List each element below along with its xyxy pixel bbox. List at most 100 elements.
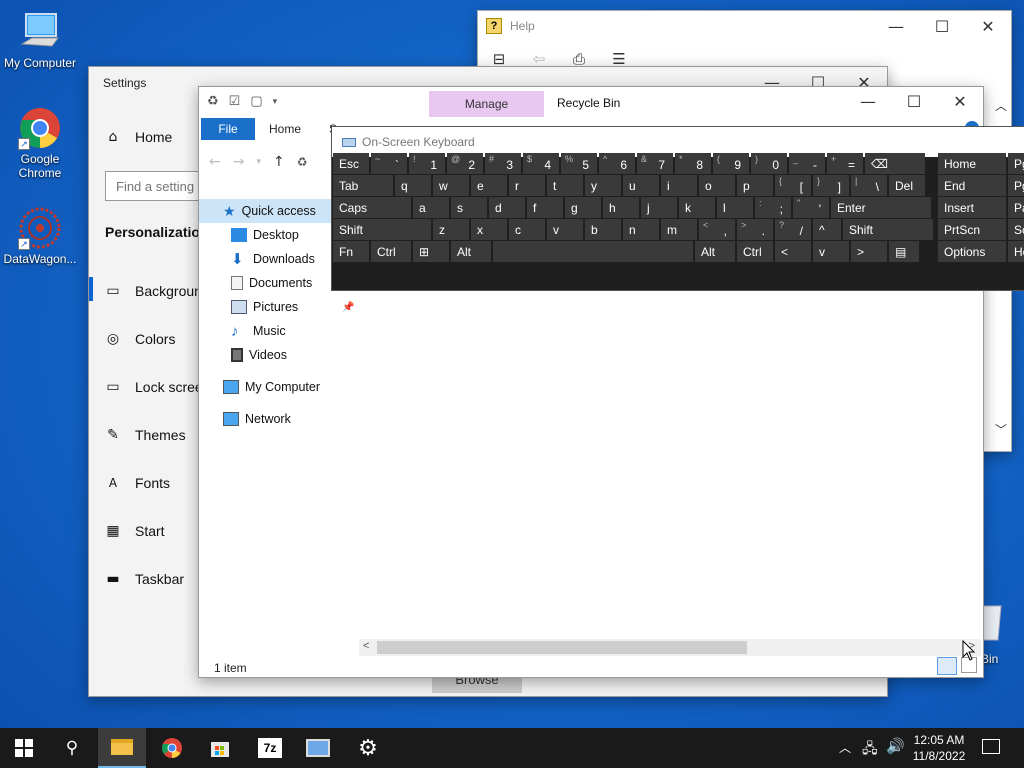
osk-key[interactable]: ⌫	[865, 153, 925, 174]
osk-key[interactable]: Esc	[333, 153, 369, 174]
volume-icon[interactable]: 🔊	[886, 737, 905, 755]
pin-icon[interactable]: 📌	[342, 302, 354, 313]
minimize-button[interactable]: —	[873, 11, 919, 41]
osk-key[interactable]: e	[471, 175, 507, 196]
taskbar-7zip[interactable]: 7z	[246, 728, 294, 768]
osk-key[interactable]: ~ `	[371, 153, 407, 174]
osk-key[interactable]: Ctrl	[371, 241, 411, 262]
osk-key[interactable]: w	[433, 175, 469, 196]
osk-key[interactable]: y	[585, 175, 621, 196]
file-tab[interactable]: File	[201, 118, 255, 140]
osk-key[interactable]: a	[413, 197, 449, 218]
nav-quick-access[interactable]: ★ Quick access	[199, 199, 331, 223]
osk-key[interactable]: b	[585, 219, 621, 240]
osk-key[interactable]: Del	[889, 175, 925, 196]
nav-desktop[interactable]: Desktop	[199, 223, 331, 247]
nav-network[interactable]: Network	[199, 407, 331, 431]
osk-key[interactable]: & 7	[637, 153, 673, 174]
osk-key[interactable]: (9	[713, 153, 749, 174]
osk-key[interactable]: v	[813, 241, 849, 262]
osk-key[interactable]: Shift	[333, 219, 431, 240]
start-button[interactable]	[0, 728, 48, 768]
taskbar-file-explorer[interactable]	[98, 728, 146, 768]
osk-key[interactable]: i	[661, 175, 697, 196]
taskbar-chrome[interactable]	[148, 728, 196, 768]
nav-videos[interactable]: Videos	[199, 343, 331, 367]
osk-side-key[interactable]: Pg	[1008, 175, 1024, 196]
osk-key[interactable]: #3	[485, 153, 521, 174]
osk-key[interactable]: c	[509, 219, 545, 240]
manage-tab-header[interactable]: Manage	[429, 91, 544, 117]
osk-key[interactable]: l	[717, 197, 753, 218]
osk-key[interactable]: h	[603, 197, 639, 218]
osk-key[interactable]: <	[775, 241, 811, 262]
osk-key[interactable]: {[	[775, 175, 811, 196]
osk-key[interactable]: _ -	[789, 153, 825, 174]
osk-key[interactable]: n	[623, 219, 659, 240]
osk-key[interactable]: >	[851, 241, 887, 262]
taskbar-clock[interactable]: 12:05 AM 11/8/2022	[908, 732, 970, 764]
osk-key[interactable]: m	[661, 219, 697, 240]
search-button[interactable]: ⚲	[48, 728, 96, 768]
back-icon[interactable]: ←	[209, 154, 221, 170]
osk-key[interactable]: | \	[851, 175, 887, 196]
notifications-icon[interactable]	[982, 739, 1000, 754]
up-icon[interactable]: ↑	[273, 154, 285, 170]
osk-key[interactable]: v	[547, 219, 583, 240]
osk-key[interactable]: * 8	[675, 153, 711, 174]
osk-key[interactable]: Shift	[843, 219, 933, 240]
osk-key[interactable]: q	[395, 175, 431, 196]
osk-key[interactable]: g	[565, 197, 601, 218]
minimize-button[interactable]: —	[845, 87, 891, 115]
settings-nav-themes[interactable]: ✎ Themes	[105, 427, 185, 443]
taskbar-store[interactable]	[196, 728, 244, 768]
customize-toolbar-icon[interactable]: ▾	[273, 96, 278, 107]
osk-key[interactable]: s	[451, 197, 487, 218]
osk-key[interactable]	[493, 241, 693, 262]
osk-key[interactable]: >.	[737, 219, 773, 240]
osk-side-key[interactable]: Sc	[1008, 219, 1024, 240]
osk-key[interactable]: o	[699, 175, 735, 196]
scroll-left-icon[interactable]: <	[363, 640, 369, 652]
show-hidden-icons[interactable]: ︿	[839, 739, 851, 756]
osk-key[interactable]: ! 1	[409, 153, 445, 174]
settings-nav-start[interactable]: ▦ Start	[105, 523, 164, 539]
osk-key[interactable]: :;	[755, 197, 791, 218]
osk-side-key[interactable]: Pg	[1008, 153, 1024, 174]
details-view-icon[interactable]	[937, 657, 957, 675]
osk-key[interactable]: u	[623, 175, 659, 196]
maximize-button[interactable]: ☐	[919, 11, 965, 41]
osk-key[interactable]: Enter	[831, 197, 931, 218]
osk-side-key[interactable]: Pa	[1008, 197, 1024, 218]
osk-key[interactable]: f	[527, 197, 563, 218]
osk-side-key[interactable]: Home	[938, 153, 1006, 174]
osk-key[interactable]: p	[737, 175, 773, 196]
osk-key[interactable]: Ctrl	[737, 241, 773, 262]
osk-key[interactable]: r	[509, 175, 545, 196]
osk-key[interactable]: ⊞	[413, 241, 449, 262]
scroll-up-icon[interactable]: ︿	[995, 97, 1007, 114]
scroll-down-icon[interactable]: ﹀	[995, 421, 1007, 438]
settings-nav-fonts[interactable]: A Fonts	[105, 475, 170, 491]
osk-key[interactable]: Caps	[333, 197, 411, 218]
osk-key[interactable]: ) 0	[751, 153, 787, 174]
osk-side-key[interactable]: Insert	[938, 197, 1006, 218]
osk-key[interactable]: x	[471, 219, 507, 240]
close-button[interactable]: ✕	[965, 11, 1011, 41]
nav-downloads[interactable]: ⬇ Downloads	[199, 247, 331, 271]
osk-side-key[interactable]: End	[938, 175, 1006, 196]
forward-icon[interactable]: →	[233, 154, 245, 170]
new-folder-icon[interactable]: ▢	[250, 93, 262, 109]
scroll-thumb[interactable]	[377, 641, 747, 654]
osk-key[interactable]: @2	[447, 153, 483, 174]
osk-key[interactable]: j	[641, 197, 677, 218]
osk-side-key[interactable]: PrtScn	[938, 219, 1006, 240]
osk-key[interactable]: ^ 6	[599, 153, 635, 174]
close-button[interactable]: ✕	[937, 87, 983, 115]
osk-key[interactable]: k	[679, 197, 715, 218]
network-tray-icon[interactable]: 🖧	[862, 738, 878, 762]
settings-nav-lock-screen[interactable]: ▭ Lock screen	[105, 379, 210, 395]
desktop-icon-my-computer[interactable]: My Computer	[0, 10, 80, 70]
on-screen-keyboard-window[interactable]: On-Screen Keyboard Esc ~ `! 1 @2 #3 $4% 5 ^ 6 & 7 * 8…	[331, 126, 1024, 291]
desktop-icon-google-chrome[interactable]: ↗ Google Chrome	[0, 106, 80, 180]
